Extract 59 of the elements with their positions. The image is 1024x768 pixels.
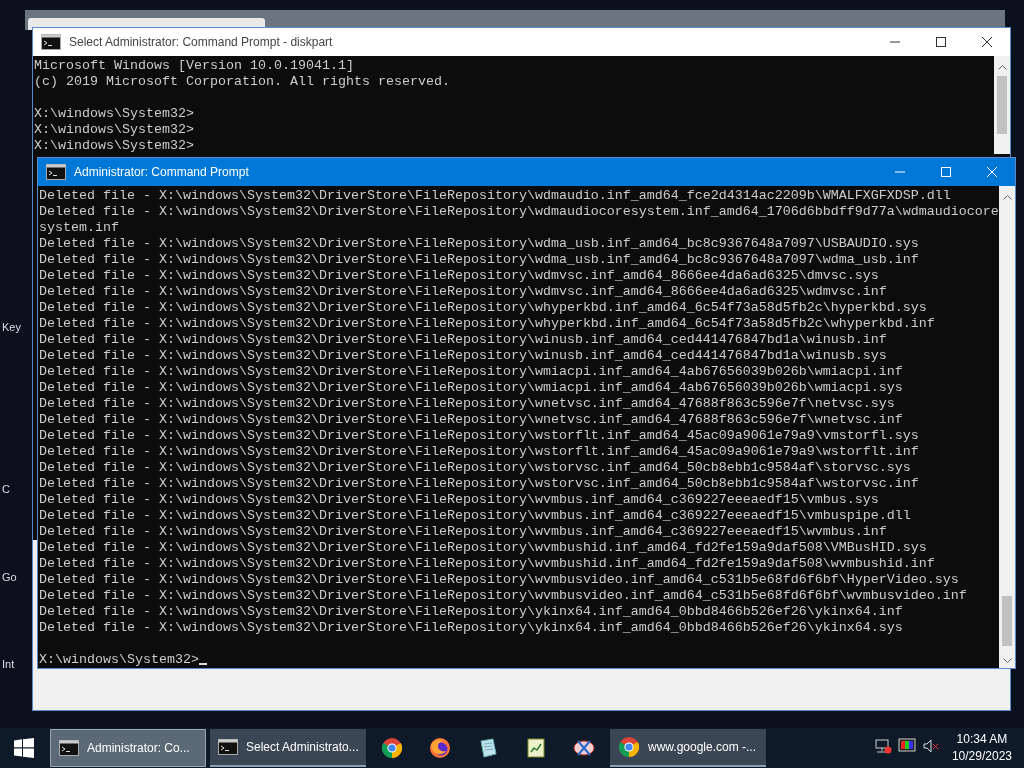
console-line: Deleted file - X:\windows\System32\DriverStore\FileRepository\wvmbushid.inf_amd64_fd2fe159a9daf508\VMBusHID.sys — [39, 540, 927, 556]
console-line: Deleted file - X:\windows\System32\DriverStore\FileRepository\wstorflt.inf_amd64_45ac09a9061e79a9\wstorflt.inf — [39, 444, 919, 460]
console-line: (c) 2019 Microsoft Corporation. All rights reserved. — [34, 74, 450, 90]
terminal-icon — [59, 740, 79, 756]
clock[interactable]: 10:34 AM 10/29/2023 — [945, 731, 1018, 765]
console-icon — [41, 34, 61, 50]
console-line: Deleted file - X:\windows\System32\DriverStore\FileRepository\wstorvsc.inf_amd64_50cb8ebb1c9584af\wstorvsc.inf — [39, 476, 919, 492]
console-line: Deleted file - X:\windows\System32\DriverStore\FileRepository\wvmbus.inf_amd64_c369227eeeaedf15\wvmbus.inf — [39, 524, 887, 540]
console-icon — [46, 164, 66, 180]
taskbar-button[interactable]: Select Administrato... — [210, 729, 366, 767]
desktop-icon-label[interactable]: Go — [2, 571, 17, 583]
clock-time: 10:34 AM — [955, 731, 1009, 748]
chrome-icon — [618, 736, 640, 758]
console-line: Deleted file - X:\windows\System32\DriverStore\FileRepository\winusb.inf_amd64_ced441476847bd1a\winusb.sys — [39, 348, 887, 364]
desktop-icon-label[interactable]: Int — [2, 658, 15, 670]
console-line: Deleted file - X:\windows\System32\DriverStore\FileRepository\wdmaudiocoresystem.inf_amd64_1706d6bbdff9d77a\wdmaudiocore — [39, 204, 999, 220]
clock-date: 10/29/2023 — [951, 748, 1012, 765]
console-line: Deleted file - X:\windows\System32\DriverStore\FileRepository\wvmbus.inf_amd64_c369227eeeaedf15\vmbuspipe.dll — [39, 508, 911, 524]
console-line: Deleted file - X:\windows\System32\DriverStore\FileRepository\wdma_usb.inf_amd64_bc8c9367648a7097\USBAUDIO.sys — [39, 236, 919, 252]
console-line: Deleted file - X:\windows\System32\DriverStore\FileRepository\wmiacpi.inf_amd64_4ab67656039b026b\wmiacpi.inf — [39, 364, 903, 380]
console-line: Deleted file - X:\windows\System32\DriverStore\FileRepository\wdmvsc.inf_amd64_8666ee4da6ad6325\dmvsc.sys — [39, 268, 879, 284]
console-line: X:\windows\System32> — [34, 122, 194, 138]
close-icon[interactable] — [982, 37, 992, 47]
console-line: Deleted file - X:\windows\System32\DriverStore\FileRepository\whyperkbd.inf_amd64_6c54f73a58d5fb2c\whyperkbd.inf — [39, 316, 935, 332]
window-title: Administrator: Command Prompt — [74, 165, 250, 179]
console-line: Deleted file - X:\windows\System32\DriverStore\FileRepository\whyperkbd.inf_amd64_6c54f73a58d5fb2c\hyperkbd.sys — [39, 300, 927, 316]
desktop-icon-label[interactable]: Key — [2, 321, 21, 333]
scrollbar-thumb[interactable] — [1002, 596, 1012, 646]
console-line: Deleted file - X:\windows\System32\DriverStore\FileRepository\wmiacpi.inf_amd64_4ab67656039b026b\wmiacpi.sys — [39, 380, 903, 396]
scrollbar[interactable] — [999, 186, 1015, 668]
console-line: X:\windows\System32> — [34, 138, 194, 154]
console-line: system.inf — [39, 220, 119, 236]
command-prompt: X:\windows\System32> — [39, 652, 207, 668]
console-line: Deleted file - X:\windows\System32\DriverStore\FileRepository\wdmaudio.inf_amd64_fce2d4314ac2209b\WMALFXGFXDSP.dll — [39, 188, 951, 204]
terminal-icon — [218, 739, 238, 755]
maximize-icon[interactable] — [936, 37, 946, 47]
console-line: Deleted file - X:\windows\System32\DriverStore\FileRepository\ykinx64.inf_amd64_0bbd8466b526ef26\ykinx64.sys — [39, 620, 903, 636]
console-line: Microsoft Windows [Version 10.0.19041.1] — [34, 58, 354, 74]
scrollbar[interactable] — [994, 56, 1010, 154]
taskbar-button[interactable]: Administrator: Co... — [50, 729, 206, 767]
console-line: Deleted file - X:\windows\System32\DriverStore\FileRepository\wdma_usb.inf_amd64_bc8c9367648a7097\wdma_usb.inf — [39, 252, 919, 268]
console-line: Deleted file - X:\windows\System32\DriverStore\FileRepository\wvmbus.inf_amd64_c369227eeeaedf15\vmbus.sys — [39, 492, 879, 508]
taskbar-button[interactable]: www.google.com -... — [610, 729, 766, 767]
console-line: Deleted file - X:\windows\System32\DriverStore\FileRepository\wstorflt.inf_amd64_45ac09a9061e79a9\vmstorfl.sys — [39, 428, 919, 444]
console-line: Deleted file - X:\windows\System32\DriverStore\FileRepository\wstorvsc.inf_amd64_50cb8ebb1c9584af\storvsc.sys — [39, 460, 911, 476]
console-line: Deleted file - X:\windows\System32\DriverStore\FileRepository\winusb.inf_amd64_ced441476847bd1a\winusb.inf — [39, 332, 887, 348]
start-button[interactable] — [14, 738, 34, 758]
console-line: Deleted file - X:\windows\System32\DriverStore\FileRepository\wnetvsc.inf_amd64_47688f863c596e7f\netvsc.sys — [39, 396, 895, 412]
console-line: Deleted file - X:\windows\System32\DriverStore\FileRepository\wnetvsc.inf_amd64_47688f863c596e7f\wnetvsc.inf — [39, 412, 903, 428]
console-line: X:\windows\System32> — [34, 106, 194, 122]
window-title: Select Administrator: Command Prompt - diskpart — [69, 35, 334, 49]
console-line: Deleted file - X:\windows\System32\DriverStore\FileRepository\ykinx64.inf_amd64_0bbd8466b526ef26\ykinx64.inf — [39, 604, 903, 620]
console-line: Deleted file - X:\windows\System32\DriverStore\FileRepository\wdmvsc.inf_amd64_8666ee4da6ad6325\wdmvsc.inf — [39, 284, 887, 300]
console-line: Deleted file - X:\windows\System32\DriverStore\FileRepository\wvmbusvideo.inf_amd64_c531b5e68fd6f6bf\wvmbusvideo.inf — [39, 588, 967, 604]
cursor — [198, 663, 207, 665]
desktop-icon-label[interactable]: C — [2, 483, 10, 495]
console-line: Deleted file - X:\windows\System32\DriverStore\FileRepository\wvmbusvideo.inf_amd64_c531b5e68fd6f6bf\HyperVideo.sys — [39, 572, 959, 588]
scrollbar-thumb[interactable] — [997, 76, 1007, 134]
console-line: Deleted file - X:\windows\System32\DriverStore\FileRepository\wvmbushid.inf_amd64_fd2fe159a9daf508\wvmbushid.inf — [39, 556, 935, 572]
